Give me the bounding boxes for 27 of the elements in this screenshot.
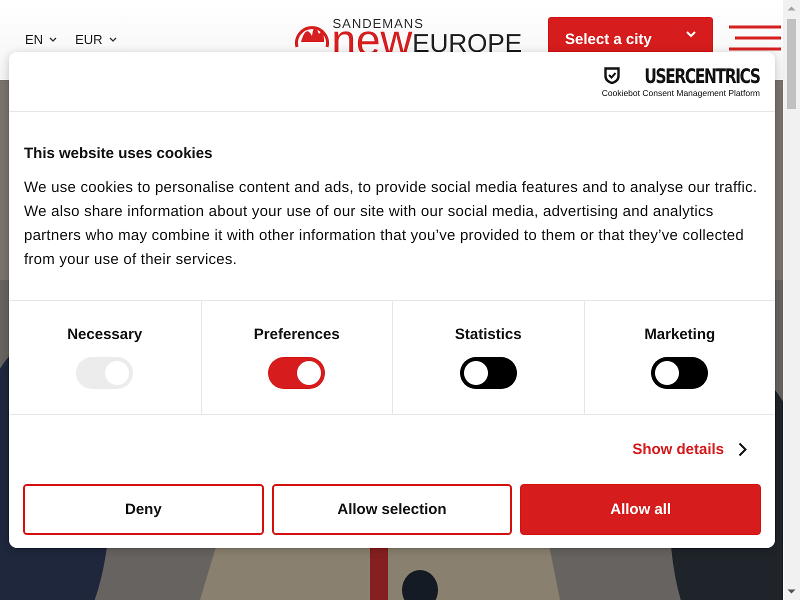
category-label: Necessary xyxy=(67,326,142,343)
category-label: Marketing xyxy=(644,326,716,343)
menu-icon[interactable] xyxy=(727,24,783,52)
provider-tagline: Cookiebot Consent Management Platform xyxy=(602,88,760,98)
dialog-title: This website uses cookies xyxy=(24,145,214,162)
logo-word: EUROPE xyxy=(412,34,522,52)
chevron-icon xyxy=(49,37,58,42)
currency-selector[interactable]: EUR xyxy=(75,32,117,47)
outline-button[interactable]: Deny xyxy=(23,484,264,535)
outline-button[interactable]: Allow selection xyxy=(272,484,512,535)
language-selector[interactable]: EN xyxy=(25,32,58,47)
chevron-icon xyxy=(686,31,696,38)
toggle-switch[interactable] xyxy=(268,357,326,389)
chevron-right-icon[interactable] xyxy=(738,442,747,457)
chevron-icon xyxy=(108,37,117,42)
toggle-switch[interactable] xyxy=(460,357,517,389)
shield-check-icon xyxy=(604,67,620,84)
scrollbar-thumb[interactable] xyxy=(787,19,796,109)
logo-brand: SANDEMANS xyxy=(332,16,425,29)
category-label: Preferences xyxy=(254,326,340,343)
city-select[interactable]: Select a city xyxy=(548,17,713,52)
toggle-switch[interactable] xyxy=(651,357,708,389)
show-details-link[interactable]: Show details xyxy=(632,441,724,458)
provider-logo: USERCENTRICS xyxy=(644,66,760,86)
category-label: Statistics xyxy=(454,326,522,343)
dialog-body: We use cookies to personalise content and ads, to provide social media features and to analyse our traffic. We also share information about your use of our site with our social media, advertising and analytics partners who may combine it with other information that you’ve provided to them or that they’ve collected from your use of their services. xyxy=(24,178,758,270)
primary-button[interactable]: Allow all xyxy=(520,484,761,535)
